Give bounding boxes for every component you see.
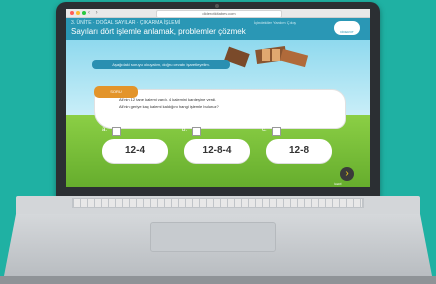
laptop-screen: ‹ › diderotkitabev.com 3. ÜNİTE · DOĞAL …: [66, 9, 370, 187]
top-menu[interactable]: İçindekiler Yardım Çıkış: [254, 20, 296, 25]
option-c-checkbox[interactable]: [272, 127, 281, 136]
app-header: 3. ÜNİTE · DOĞAL SAYILAR · ÇIKARMA İŞLEM…: [66, 18, 370, 40]
question-text-line2: Ali'nin geriye kaç kalemi kaldığını hang…: [119, 104, 219, 109]
option-b-checkbox[interactable]: [192, 127, 201, 136]
camera-icon: [215, 4, 219, 8]
next-arrow-icon: ›: [345, 168, 349, 179]
question-text-line1: Ali'nin 12 tane kalemi vardı. 4 kalemini…: [119, 97, 217, 102]
answer-option-a[interactable]: 12-4: [102, 139, 168, 163]
close-icon[interactable]: [70, 11, 74, 15]
maximize-icon[interactable]: [82, 11, 86, 15]
option-a-checkbox[interactable]: [112, 127, 121, 136]
instruction-banner: Aşağıdaki soruyu okuyalım, doğru cevabı …: [92, 60, 230, 69]
window-controls: [70, 11, 86, 15]
option-a-letter: a.: [102, 127, 108, 133]
keyboard-keys: [74, 199, 362, 207]
page-title: Sayıları dört işlemle anlamak, problemle…: [71, 27, 246, 36]
browser-nav-icon[interactable]: ‹ ›: [88, 9, 100, 17]
option-b-letter: b.: [182, 127, 188, 133]
browser-toolbar: ‹ › diderotkitabev.com: [66, 9, 370, 18]
breadcrumb: 3. ÜNİTE · DOĞAL SAYILAR · ÇIKARMA İŞLEM…: [71, 20, 181, 26]
trackpad: [150, 222, 276, 252]
laptop-bottom-edge: [0, 276, 436, 284]
next-label: İLERİ: [334, 182, 342, 186]
answer-option-b[interactable]: 12-8-4: [184, 139, 250, 163]
next-button[interactable]: ›: [340, 167, 354, 181]
logo: DİDEROT: [334, 21, 360, 35]
address-bar[interactable]: diderotkitabev.com: [156, 10, 282, 18]
minimize-icon[interactable]: [76, 11, 80, 15]
answer-option-c[interactable]: 12-8: [266, 139, 332, 163]
option-c-letter: c.: [262, 127, 267, 133]
logo-text: DİDEROT: [340, 30, 354, 34]
